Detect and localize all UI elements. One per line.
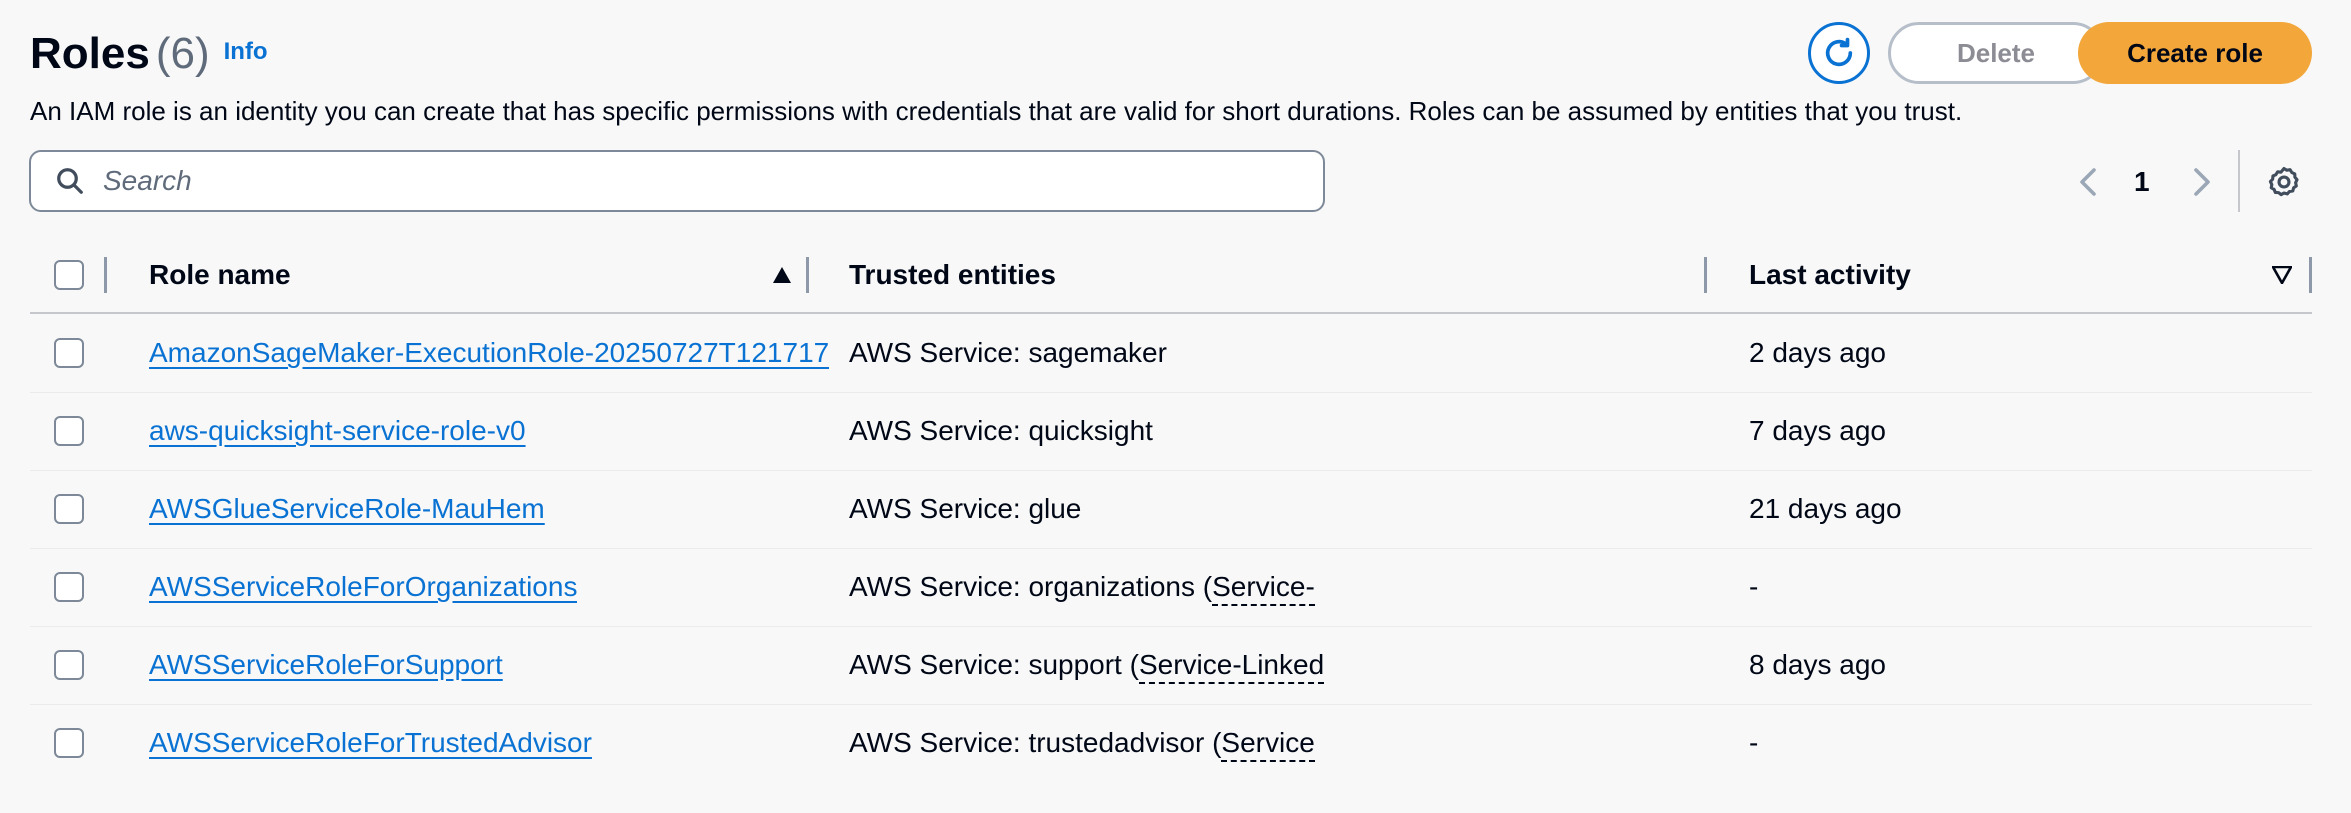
refresh-icon xyxy=(1825,37,1853,67)
page-title-text: Roles xyxy=(30,29,150,78)
refresh-button[interactable] xyxy=(1808,22,1870,84)
table-row: AmazonSageMaker-ExecutionRole-20250727T1… xyxy=(30,314,2312,393)
previous-page-button[interactable] xyxy=(2076,162,2100,202)
table-row: AWSServiceRoleForOrganizations AWS Servi… xyxy=(30,548,2312,627)
role-name-link[interactable]: AWSGlueServiceRole-MauHem xyxy=(149,470,545,548)
last-activity: - xyxy=(1749,727,1759,758)
preferences-button[interactable] xyxy=(2264,162,2304,202)
table-row: aws-quicksight-service-role-v0 AWS Servi… xyxy=(30,392,2312,471)
column-header-last-activity[interactable]: Last activity xyxy=(1749,250,1911,300)
last-activity: 21 days ago xyxy=(1749,493,1902,524)
last-activity: 7 days ago xyxy=(1749,415,1886,446)
search-placeholder: Search xyxy=(103,165,192,196)
current-page[interactable]: 1 xyxy=(2134,162,2150,202)
table-row: AWSGlueServiceRole-MauHem AWS Service: g… xyxy=(30,470,2312,549)
column-header-trusted-entities[interactable]: Trusted entities xyxy=(849,250,1056,300)
row-checkbox[interactable] xyxy=(54,416,84,446)
column-separator xyxy=(2309,257,2312,293)
create-role-button[interactable]: Create role xyxy=(2078,22,2312,84)
last-activity: 8 days ago xyxy=(1749,649,1886,680)
row-checkbox[interactable] xyxy=(54,728,84,758)
service-linked-role-label[interactable]: Service- xyxy=(1212,571,1315,606)
role-name-link[interactable]: AWSServiceRoleForSupport xyxy=(149,626,503,704)
trusted-entity: AWS Service: organizations (Service- xyxy=(849,548,1706,626)
trusted-entity: AWS Service: sagemaker xyxy=(849,337,1167,368)
chevron-left-icon xyxy=(2080,168,2096,196)
trusted-entity-service: AWS Service: trustedadvisor xyxy=(849,727,1205,758)
role-name-link[interactable]: AmazonSageMaker-ExecutionRole-20250727T1… xyxy=(149,314,829,392)
column-separator xyxy=(1704,257,1707,293)
row-checkbox[interactable] xyxy=(54,338,84,368)
row-checkbox[interactable] xyxy=(54,572,84,602)
table-row: AWSServiceRoleForSupport AWS Service: su… xyxy=(30,626,2312,705)
trusted-entity-service: AWS Service: support xyxy=(849,649,1122,680)
delete-button[interactable]: Delete xyxy=(1888,22,2104,84)
table-body: AmazonSageMaker-ExecutionRole-20250727T1… xyxy=(0,314,2351,784)
role-name-link[interactable]: aws-quicksight-service-role-v0 xyxy=(149,392,526,470)
trusted-entity: AWS Service: trustedadvisor (Service xyxy=(849,704,1706,782)
trusted-entity-service: AWS Service: organizations xyxy=(849,571,1195,602)
search-icon xyxy=(55,166,85,196)
role-name-link[interactable]: AWSServiceRoleForTrustedAdvisor xyxy=(149,704,592,782)
info-link[interactable]: Info xyxy=(224,38,268,65)
page-title: Roles (6) Info xyxy=(30,22,268,88)
next-page-button[interactable] xyxy=(2190,162,2214,202)
row-checkbox[interactable] xyxy=(54,494,84,524)
last-activity: - xyxy=(1749,571,1759,602)
sort-ascending-icon[interactable] xyxy=(772,266,792,284)
last-activity: 2 days ago xyxy=(1749,337,1886,368)
role-count: (6) xyxy=(155,29,210,78)
row-checkbox[interactable] xyxy=(54,650,84,680)
trusted-entity: AWS Service: glue xyxy=(849,493,1082,524)
page-description: An IAM role is an identity you can creat… xyxy=(30,96,1963,126)
table-row: AWSServiceRoleForTrustedAdvisor AWS Serv… xyxy=(30,704,2312,782)
role-name-link[interactable]: AWSServiceRoleForOrganizations xyxy=(149,548,577,626)
column-header-role-name[interactable]: Role name xyxy=(149,250,291,300)
column-separator xyxy=(104,257,107,293)
trusted-entity: AWS Service: quicksight xyxy=(849,415,1153,446)
search-input[interactable]: Search xyxy=(29,150,1325,212)
service-linked-role-label[interactable]: Service xyxy=(1221,727,1315,762)
chevron-right-icon xyxy=(2194,168,2210,196)
gear-icon xyxy=(2268,166,2299,197)
trusted-entity: AWS Service: support (Service-Linked xyxy=(849,626,1706,704)
table-header: Role name Trusted entities Last activity xyxy=(30,250,2312,314)
service-linked-role-label[interactable]: Service-Linked xyxy=(1138,649,1325,684)
sort-descending-icon[interactable] xyxy=(2272,266,2292,284)
column-separator xyxy=(806,257,809,293)
pagination-divider xyxy=(2238,150,2240,212)
select-all-checkbox[interactable] xyxy=(54,260,84,290)
